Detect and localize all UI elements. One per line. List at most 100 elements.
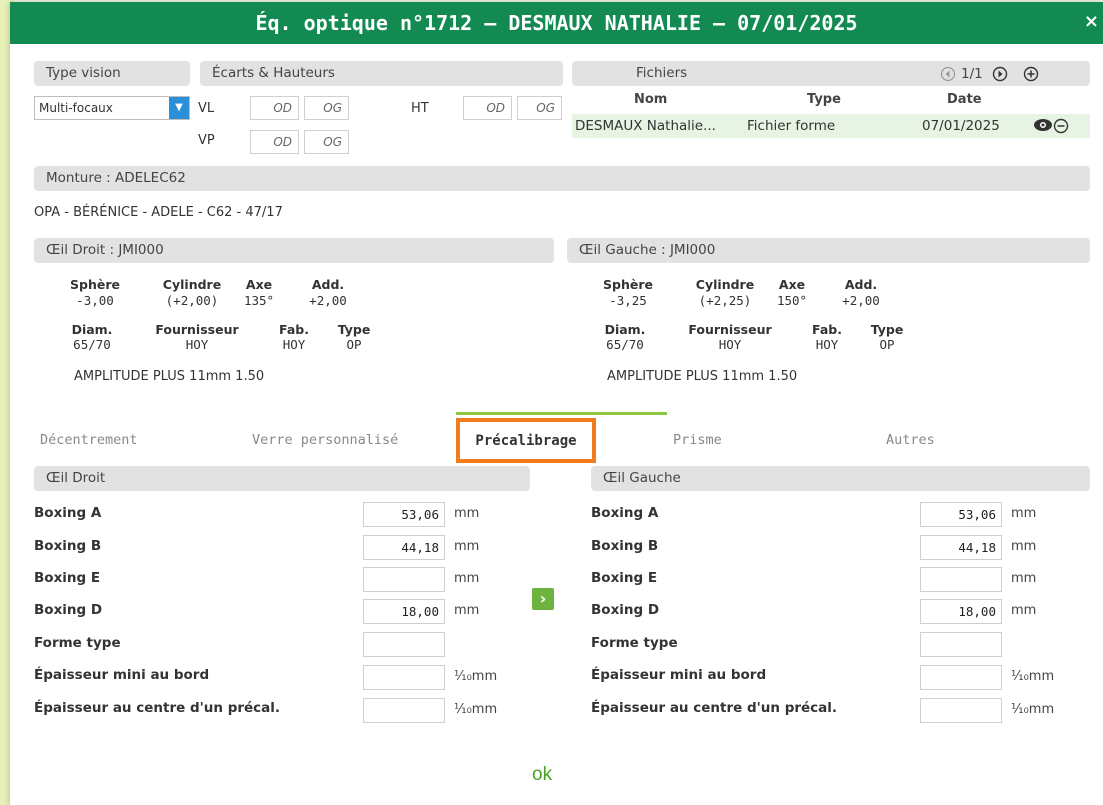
og-forme-type-input[interactable] [920, 632, 1002, 657]
og-diam-label: Diam. [604, 322, 646, 337]
remove-file-icon[interactable] [1053, 118, 1069, 134]
file-name: DESMAUX Nathalie... [575, 118, 716, 134]
ht-od-input[interactable]: OD [463, 96, 512, 120]
oeil-gauche-header: Œil Gauche : JMI000 [567, 238, 1090, 263]
optical-equipment-dialog: Éq. optique n°1712 – DESMAUX NATHALIE – … [10, 2, 1103, 805]
ok-button[interactable]: ok [532, 764, 552, 786]
og-epaisseur-bord-unit: ⅒mm [1011, 669, 1055, 684]
file-date: 07/01/2025 [922, 118, 1000, 134]
og-epaisseur-centre-input[interactable] [920, 698, 1002, 723]
type-vision-header: Type vision [34, 61, 190, 86]
od-cylindre: (+2,00) [165, 293, 219, 308]
copy-right-button[interactable]: › [532, 588, 554, 610]
od-diam-label: Diam. [71, 322, 113, 337]
eye-icon[interactable] [1033, 117, 1053, 133]
od-fournisseur: HOY [185, 337, 209, 352]
vl-og-input[interactable]: OG [304, 96, 349, 120]
add-file-icon[interactable] [1023, 66, 1039, 82]
file-type: Fichier forme [747, 118, 836, 134]
og-forme-type-label: Forme type [591, 635, 678, 651]
og-verre: AMPLITUDE PLUS 11mm 1.50 [607, 369, 798, 384]
od-epaisseur-bord-label: Épaisseur mini au bord [34, 667, 210, 683]
og-cylindre-label: Cylindre [695, 277, 755, 292]
vl-label: VL [198, 101, 215, 116]
precal-gauche-header: Œil Gauche [591, 466, 1090, 491]
od-boxing-e-input[interactable] [363, 567, 445, 592]
od-epaisseur-bord-input[interactable] [363, 665, 445, 690]
od-boxing-d-unit: mm [454, 603, 480, 618]
og-add: +2,00 [842, 293, 880, 308]
tab-decentrement[interactable]: Décentrement [40, 432, 138, 448]
og-boxing-d-input[interactable]: 18,00 [920, 599, 1002, 624]
monture-header: Monture : ADELEC62 [34, 166, 1090, 191]
od-boxing-b-input[interactable]: 44,18 [363, 535, 445, 560]
og-boxing-e-unit: mm [1011, 571, 1037, 586]
od-type: OP [346, 337, 362, 352]
od-epaisseur-centre-input[interactable] [363, 698, 445, 723]
od-epaisseur-bord-unit: ⅒mm [454, 669, 498, 684]
od-epaisseur-centre-unit: ⅒mm [454, 702, 498, 717]
od-diam: 65/70 [73, 337, 111, 352]
og-cylindre: (+2,25) [698, 293, 752, 308]
page-indicator: 1/1 [961, 66, 983, 82]
next-page-icon[interactable] [992, 66, 1008, 82]
og-fournisseur: HOY [718, 337, 742, 352]
vp-od-input[interactable]: OD [250, 130, 299, 154]
og-add-label: Add. [844, 277, 878, 292]
og-sphere-label: Sphère [603, 277, 653, 292]
od-boxing-a-unit: mm [454, 506, 480, 521]
od-axe: 135° [243, 293, 275, 308]
og-boxing-d-label: Boxing D [591, 602, 660, 618]
od-boxing-a-input[interactable]: 53,06 [363, 502, 445, 527]
og-boxing-d-unit: mm [1011, 603, 1037, 618]
col-type: Type [807, 92, 841, 107]
od-boxing-b-unit: mm [454, 539, 480, 554]
od-type-label: Type [337, 322, 371, 337]
vl-od-input[interactable]: OD [250, 96, 299, 120]
og-boxing-b-input[interactable]: 44,18 [920, 535, 1002, 560]
od-sphere: -3,00 [76, 293, 114, 308]
og-type: OP [879, 337, 895, 352]
od-boxing-d-label: Boxing D [34, 602, 103, 618]
col-nom: Nom [634, 92, 668, 107]
od-fab: HOY [282, 337, 306, 352]
close-button[interactable]: × [1084, 11, 1099, 32]
od-fournisseur-label: Fournisseur [155, 322, 239, 337]
title-bar: Éq. optique n°1712 – DESMAUX NATHALIE – … [10, 2, 1103, 44]
ht-label: HT [411, 101, 429, 116]
od-boxing-d-input[interactable]: 18,00 [363, 599, 445, 624]
tab-prisme[interactable]: Prisme [673, 432, 722, 448]
col-date: Date [947, 92, 982, 107]
od-add-label: Add. [311, 277, 345, 292]
og-epaisseur-bord-input[interactable] [920, 665, 1002, 690]
og-boxing-a-unit: mm [1011, 506, 1037, 521]
od-cylindre-label: Cylindre [162, 277, 222, 292]
od-axe-label: Axe [245, 277, 273, 292]
og-epaisseur-bord-label: Épaisseur mini au bord [591, 667, 767, 683]
ecarts-hauteurs-header: Écarts & Hauteurs [200, 61, 563, 86]
og-boxing-e-input[interactable] [920, 567, 1002, 592]
og-boxing-a-input[interactable]: 53,06 [920, 502, 1002, 527]
og-boxing-a-label: Boxing A [591, 505, 659, 521]
oeil-droit-header: Œil Droit : JMI000 [34, 238, 554, 263]
od-forme-type-input[interactable] [363, 632, 445, 657]
active-tab-indicator [456, 412, 667, 415]
od-verre: AMPLITUDE PLUS 11mm 1.50 [74, 369, 265, 384]
og-type-label: Type [870, 322, 904, 337]
tab-autres[interactable]: Autres [886, 432, 935, 448]
od-boxing-b-label: Boxing B [34, 538, 102, 554]
od-boxing-a-label: Boxing A [34, 505, 102, 521]
tab-precalibrage[interactable]: Précalibrage [456, 418, 596, 463]
tab-verre-personnalise[interactable]: Verre personnalisé [252, 432, 398, 448]
og-boxing-b-label: Boxing B [591, 538, 659, 554]
og-axe: 150° [776, 293, 808, 308]
prev-page-icon[interactable] [940, 66, 956, 82]
type-vision-value: Multi-focaux [39, 101, 113, 115]
type-vision-select[interactable]: Multi-focaux ▼ [34, 96, 190, 120]
file-row[interactable]: DESMAUX Nathalie... Fichier forme 07/01/… [572, 114, 1090, 138]
vp-og-input[interactable]: OG [304, 130, 349, 154]
og-sphere: -3,25 [609, 293, 647, 308]
og-epaisseur-centre-unit: ⅒mm [1011, 702, 1055, 717]
og-axe-label: Axe [778, 277, 806, 292]
ht-og-input[interactable]: OG [517, 96, 562, 120]
